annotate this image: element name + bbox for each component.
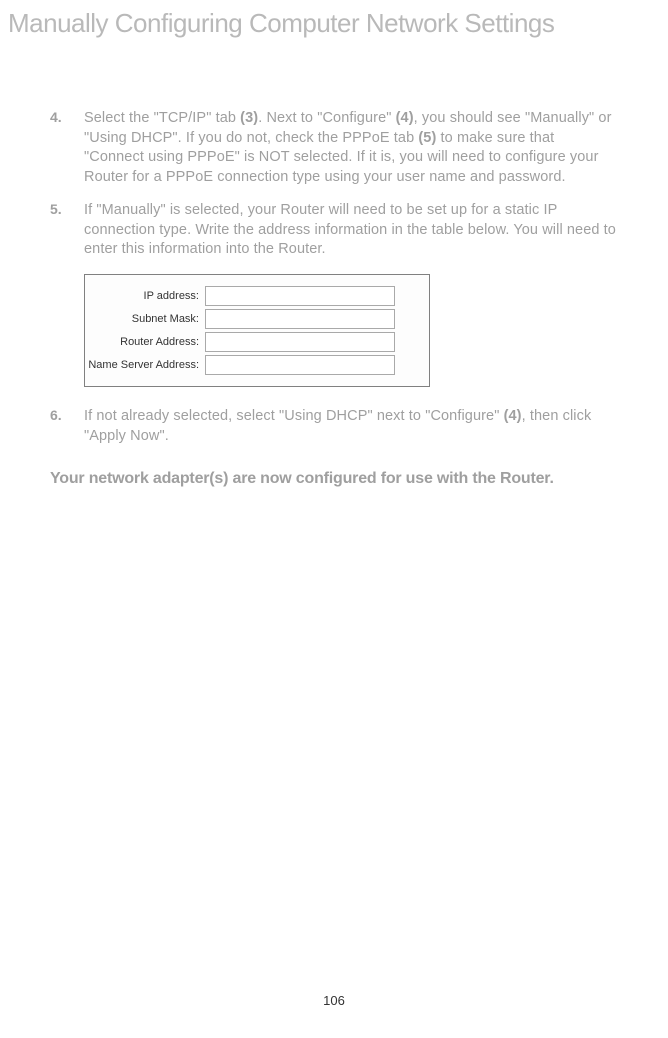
bold-ref-5: (5) — [418, 130, 436, 146]
step-text: If "Manually" is selected, your Router w… — [84, 201, 618, 260]
step-5: 5. If "Manually" is selected, your Route… — [50, 201, 618, 260]
bold-ref-3: (3) — [240, 110, 258, 126]
bold-ref-4: (4) — [504, 408, 522, 424]
step-6: 6. If not already selected, select "Usin… — [50, 407, 618, 446]
bold-ref-4: (4) — [396, 110, 414, 126]
label-router-address: Router Address: — [85, 336, 205, 348]
page-header: Manually Configuring Computer Network Se… — [0, 0, 668, 39]
label-ip-address: IP address: — [85, 290, 205, 302]
text-fragment: Select the "TCP/IP" tab — [84, 110, 240, 126]
network-settings-form: IP address: Subnet Mask: Router Address:… — [84, 274, 430, 387]
form-row-router: Router Address: — [85, 332, 419, 352]
step-number: 4. — [50, 109, 84, 187]
form-row-nameserver: Name Server Address: — [85, 355, 419, 375]
form-row-ip: IP address: — [85, 286, 419, 306]
step-text: If not already selected, select "Using D… — [84, 407, 618, 446]
input-ip-address[interactable] — [205, 286, 395, 306]
input-name-server[interactable] — [205, 355, 395, 375]
text-fragment: If not already selected, select "Using D… — [84, 408, 504, 424]
input-subnet-mask[interactable] — [205, 309, 395, 329]
step-number: 6. — [50, 407, 84, 446]
label-subnet-mask: Subnet Mask: — [85, 313, 205, 325]
text-fragment: . Next to "Configure" — [258, 110, 395, 126]
step-number: 5. — [50, 201, 84, 260]
page-number: 106 — [0, 993, 668, 1008]
label-name-server: Name Server Address: — [85, 359, 205, 371]
form-row-subnet: Subnet Mask: — [85, 309, 419, 329]
conclusion-text: Your network adapter(s) are now configur… — [50, 470, 618, 488]
input-router-address[interactable] — [205, 332, 395, 352]
step-4: 4. Select the "TCP/IP" tab (3). Next to … — [50, 109, 618, 187]
page-content: 4. Select the "TCP/IP" tab (3). Next to … — [0, 39, 668, 488]
step-text: Select the "TCP/IP" tab (3). Next to "Co… — [84, 109, 618, 187]
